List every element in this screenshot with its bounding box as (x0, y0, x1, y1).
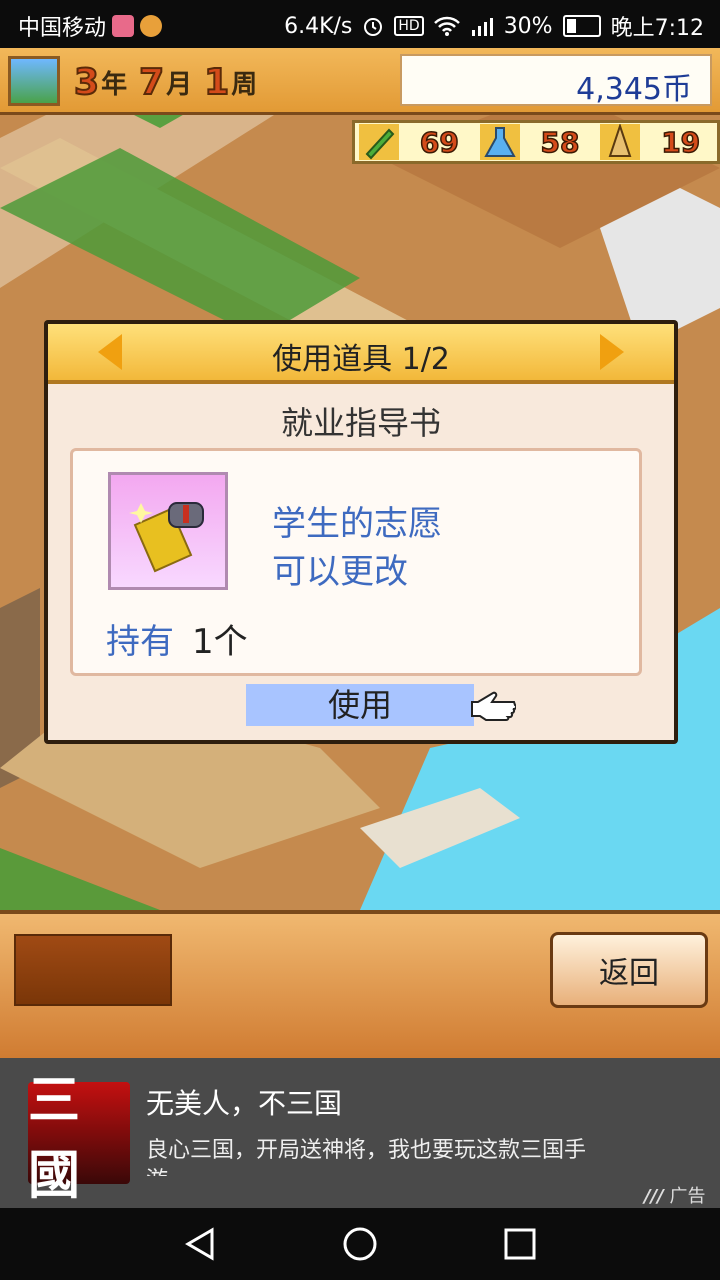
week-unit: 周 (231, 69, 258, 100)
network-speed: 6.4K/s (284, 13, 353, 39)
research-value: 58 (540, 125, 580, 160)
item-name: 就业指导书 (280, 404, 441, 442)
month-unit: 月 (166, 69, 193, 100)
nav-recents-icon[interactable] (500, 1226, 540, 1262)
next-page-arrow-icon[interactable] (600, 334, 624, 370)
dialog-title: 使用道具 1/2 (272, 342, 450, 377)
pointing-hand-icon (471, 691, 516, 721)
owned-label: 持有 (106, 622, 174, 662)
ad-logo-text: 三國 (28, 1070, 81, 1206)
nav-back-icon[interactable] (180, 1226, 220, 1262)
sunflower-season-icon[interactable] (8, 56, 60, 106)
ad-title[interactable]: 无美人，不三国 (146, 1082, 342, 1122)
wifi-icon (433, 16, 460, 36)
month-value: 7 (138, 61, 165, 104)
week-value: 1 (203, 61, 230, 104)
flask-icon (479, 124, 520, 160)
item-description-line1: 学生的志愿 (272, 504, 442, 544)
carrier-label: 中国移动 (18, 16, 107, 41)
navigation-bar (0, 1208, 720, 1280)
year-value: 3 (73, 61, 100, 104)
third-stat-value: 19 (660, 125, 701, 160)
year-unit: 年 (101, 69, 128, 100)
signal-icon (471, 18, 493, 36)
weibo-icon (140, 15, 163, 37)
owned-count: 1个 (192, 622, 248, 662)
back-button[interactable]: 返回 (550, 932, 708, 1008)
ad-brand-icon: /// (644, 1186, 664, 1207)
dialog-header: 使用道具 1/2 (48, 324, 674, 384)
alarm-icon (364, 18, 383, 36)
ad-description[interactable]: 良心三国，开局送神将，我也要玩这款三国手游 (146, 1136, 586, 1176)
money-display: 4,345币 (400, 54, 712, 107)
money-value: 4,345币 (576, 72, 692, 107)
use-button[interactable]: 使用 (246, 684, 474, 726)
battery-icon (562, 15, 601, 37)
item-description-line2: 可以更改 (272, 552, 408, 592)
message-box (14, 934, 172, 1006)
tower-icon (600, 124, 641, 160)
status-bar: 中国移动 6.4K/s HD 30% 晚上7:12 (0, 0, 720, 48)
hd-icon: HD (394, 16, 424, 36)
pencil-icon (359, 124, 399, 160)
study-value: 69 (419, 125, 459, 160)
stats-bar: 69 58 19 (352, 120, 720, 164)
nav-home-icon[interactable] (340, 1226, 380, 1262)
app-notification-icon (112, 15, 135, 37)
career-guide-book-icon (108, 472, 228, 590)
ad-game-logo[interactable]: 三國 (28, 1070, 130, 1206)
game-date: 3 年 7 月 1 周 (73, 58, 267, 106)
clock: 晚上7:12 (610, 16, 704, 41)
ad-tag-label: 广告 (669, 1186, 706, 1207)
ad-tag: /// 广告 (644, 1182, 705, 1208)
battery-percent: 30% (503, 13, 553, 39)
